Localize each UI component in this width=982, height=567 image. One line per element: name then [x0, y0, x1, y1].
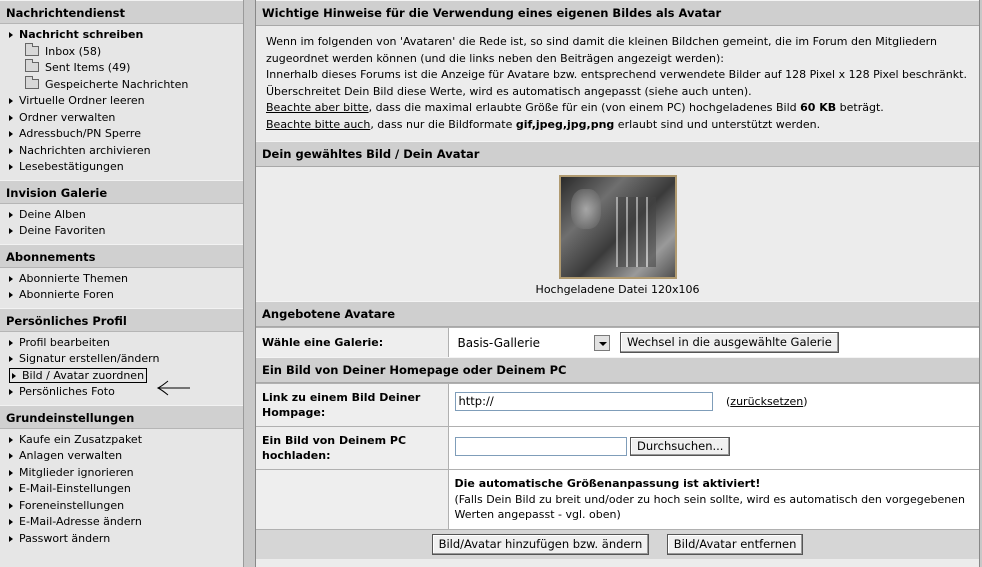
switch-gallery-button[interactable]: Wechsel in die ausgewählte Galerie [620, 332, 839, 353]
sidebar-item-email-adresse[interactable]: E-Mail-Adresse ändern [0, 514, 243, 531]
upload-title: Ein Bild von Deiner Homepage oder Deinem… [256, 357, 979, 383]
gallery-table: Wähle eine Galerie: Basis-Gallerie Wechs… [256, 327, 979, 357]
hints-title: Wichtige Hinweise für die Verwendung ein… [256, 0, 979, 26]
bullet-arrow-icon [9, 32, 13, 38]
sidebar-item-sent-items[interactable]: Sent Items (49) [0, 59, 243, 77]
sidebar-item-anlagen-verwalten[interactable]: Anlagen verwalten [0, 448, 243, 465]
action-bar: Bild/Avatar hinzufügen bzw. ändern Bild/… [256, 528, 979, 559]
sidebar-item-virtuelle-ordner-leeren[interactable]: Virtuelle Ordner leeren [0, 93, 243, 110]
bullet-arrow-icon [9, 339, 13, 346]
sidebar-item-deine-favoriten[interactable]: Deine Favoriten [0, 223, 243, 240]
resize-notice-title: Die automatische Größenanpassung ist akt… [454, 477, 761, 490]
bullet-arrow-icon [9, 114, 13, 121]
bullet-arrow-icon [9, 211, 13, 218]
gallery-select[interactable]: Basis-Gallerie [454, 333, 611, 352]
sidebar-item-mitglieder-ignorieren[interactable]: Mitglieder ignorieren [0, 465, 243, 482]
annotation-arrow-icon [156, 380, 190, 396]
sidebar-item-zusatzpaket[interactable]: Kaufe ein Zusatzpaket [0, 432, 243, 449]
avatar-caption: Hochgeladene Datei 120x106 [535, 283, 700, 296]
hints-body: Wenn im folgenden von 'Avataren' die Red… [256, 26, 979, 141]
chevron-down-icon[interactable] [593, 334, 610, 351]
sidebar: Nachrichtendienst Nachricht schreiben In… [0, 0, 244, 567]
hints-paragraph-4: Beachte bitte auch, dass nur die Bildfor… [266, 117, 821, 131]
bullet-arrow-icon [9, 453, 13, 459]
sidebar-item-profil-bearbeiten[interactable]: Profil bearbeiten [0, 335, 243, 352]
reset-link[interactable]: zurücksetzen [730, 395, 803, 408]
bullet-arrow-icon [9, 228, 13, 234]
reset-link-wrapper: (zurücksetzen) [726, 394, 808, 408]
bullet-arrow-icon [9, 292, 13, 298]
gallery-label: Wähle eine Galerie: [256, 327, 449, 357]
bullet-arrow-icon [9, 275, 13, 282]
remove-avatar-button[interactable]: Bild/Avatar entfernen [666, 533, 804, 555]
sidebar-item-foreneinstellungen[interactable]: Foreneinstellungen [0, 498, 243, 515]
bullet-arrow-icon [12, 372, 16, 379]
file-input[interactable] [454, 437, 627, 456]
resize-notice-text: (Falls Dein Bild zu breit und/oder zu ho… [454, 492, 965, 522]
selected-item-box: Bild / Avatar zuordnen [9, 367, 148, 383]
bullet-arrow-icon [9, 535, 13, 542]
bullet-arrow-icon [9, 389, 13, 395]
avatar-image [558, 175, 677, 279]
sidebar-item-email-einstellungen[interactable]: E-Mail-Einstellungen [0, 481, 243, 498]
sidebar-item-lesebestaetigungen[interactable]: Lesebestätigungen [0, 159, 243, 176]
sidebar-section-abonnements: Abonnements Abonnierte Themen Abonnierte… [0, 243, 243, 308]
sidebar-item-deine-alben[interactable]: Deine Alben [0, 207, 243, 224]
bullet-arrow-icon [9, 486, 13, 492]
bullet-arrow-icon [9, 147, 13, 154]
folder-icon [25, 59, 39, 72]
hint-link-beachte-aber: Beachte aber bitte [266, 101, 369, 114]
gallery-title: Angebotene Avatare [256, 301, 979, 327]
bullet-arrow-icon [9, 502, 13, 509]
folder-icon [25, 75, 39, 89]
sidebar-section-grundeinstellungen: Grundeinstellungen Kaufe ein Zusatzpaket… [0, 404, 243, 552]
hints-paragraph-1: Wenn im folgenden von 'Avataren' die Red… [266, 35, 937, 65]
current-avatar-box: Hochgeladene Datei 120x106 [256, 167, 979, 301]
sidebar-section-profil: Persönliches Profil Profil bearbeiten Si… [0, 307, 243, 405]
sidebar-item-passwort[interactable]: Passwort ändern [0, 531, 243, 548]
sidebar-item-adressbuch[interactable]: Adressbuch/PN Sperre [0, 126, 243, 143]
add-avatar-button[interactable]: Bild/Avatar hinzufügen bzw. ändern [431, 533, 650, 555]
sidebar-item-nachricht-schreiben[interactable]: Nachricht schreiben [0, 27, 243, 44]
sidebar-item-ordner-verwalten[interactable]: Ordner verwalten [0, 110, 243, 127]
sidebar-item-nachrichten-archivieren[interactable]: Nachrichten archivieren [0, 143, 243, 160]
sidebar-section-title: Invision Galerie [0, 179, 243, 204]
sidebar-section-title: Grundeinstellungen [0, 404, 243, 429]
bullet-arrow-icon [9, 164, 13, 170]
bullet-arrow-icon [9, 436, 13, 443]
sidebar-item-gespeicherte-nachrichten[interactable]: Gespeicherte Nachrichten [0, 75, 243, 94]
hint-link-beachte-auch: Beachte bitte auch [266, 117, 371, 131]
sidebar-item-abonnierte-foren[interactable]: Abonnierte Foren [0, 287, 243, 304]
folder-icon [25, 42, 39, 56]
bullet-arrow-icon [9, 131, 13, 137]
main-panel: Wichtige Hinweise für die Verwendung ein… [255, 0, 980, 567]
bullet-arrow-icon [9, 356, 13, 362]
sidebar-section-galerie: Invision Galerie Deine Alben Deine Favor… [0, 179, 243, 244]
pc-upload-label: Ein Bild von Deinem PC hochladen: [256, 426, 449, 470]
sidebar-item-signatur[interactable]: Signatur erstellen/ändern [0, 351, 243, 368]
bullet-arrow-icon [9, 469, 13, 476]
sidebar-item-abonnierte-themen[interactable]: Abonnierte Themen [0, 271, 243, 288]
url-input[interactable]: http:// [454, 392, 713, 411]
browse-button[interactable]: Durchsuchen... [630, 437, 731, 456]
bullet-arrow-icon [9, 98, 13, 104]
sidebar-item-avatar-zuordnen[interactable]: Bild / Avatar zuordnen [0, 367, 243, 385]
sidebar-item-inbox[interactable]: Inbox (58) [0, 42, 243, 61]
hints-paragraph-2: Innerhalb dieses Forums ist die Anzeige … [266, 68, 967, 98]
current-avatar-title: Dein gewähltes Bild / Dein Avatar [256, 141, 979, 167]
sidebar-section-title: Persönliches Profil [0, 307, 243, 332]
bullet-arrow-icon [9, 519, 13, 525]
sidebar-item-persoenliches-foto[interactable]: Persönliches Foto [0, 384, 243, 401]
hints-paragraph-3: Beachte aber bitte, dass die maximal erl… [266, 101, 884, 114]
sidebar-section-nachrichtendienst: Nachrichtendienst Nachricht schreiben In… [0, 0, 243, 180]
sidebar-section-title: Nachrichtendienst [0, 0, 243, 24]
upload-table: Link zu einem Bild Deiner Hompage: http:… [256, 383, 979, 529]
url-label: Link zu einem Bild Deiner Hompage: [256, 383, 449, 427]
sidebar-section-title: Abonnements [0, 243, 243, 268]
